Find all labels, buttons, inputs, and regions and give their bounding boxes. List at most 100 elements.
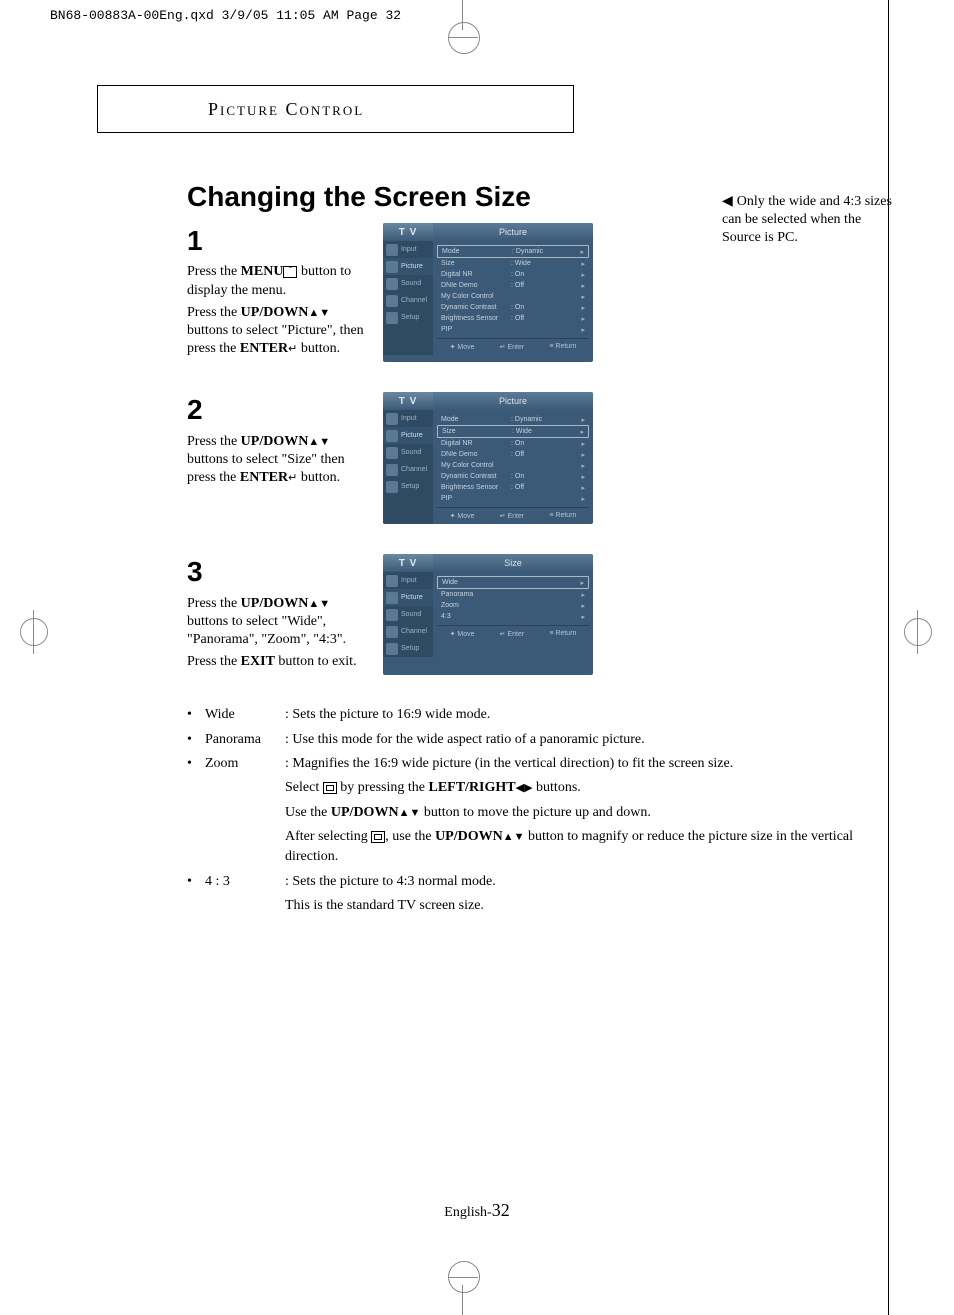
osd-side-menu: InputPictureSoundChannelSetup [383,410,433,524]
chevron-right-icon: ▸ [581,260,585,268]
osd-row: Brightness Sensor: Off▸ [437,313,589,324]
osd-side-label: Setup [401,483,419,490]
osd-side-label: Picture [401,594,423,601]
osd-side-item: Channel [383,292,433,309]
osd-tv-label: T V [383,392,433,410]
osd-row-label: Brightness Sensor [441,484,511,491]
definition-row: After selecting , use the UP/DOWN▲▼ butt… [187,827,857,868]
definition-term: 4 : 3 [205,872,285,892]
osd-row: DNIe Demo: Off▸ [437,280,589,291]
osd-title: Size [433,554,593,572]
up-down-arrows-icon: ▲▼ [308,436,330,448]
osd-row-value: : Off [511,315,581,322]
steps-container: 1Press the MENU≡ button to display the m… [187,223,857,675]
chevron-right-icon: ▸ [581,613,585,621]
osd-side-item: Setup [383,478,433,495]
osd-row-label: Digital NR [441,271,511,278]
picture-size-icon [371,831,385,843]
osd-footer-hint: ↵ Enter [500,512,525,520]
enter-icon: ↵ [288,342,297,356]
osd-main-list: Wide▸Panorama▸Zoom▸4:3▸✦ Move↵ Enter≡ Re… [433,572,593,657]
osd-footer: ✦ Move↵ Enter≡ Return [437,338,589,355]
osd-footer-hint: ≡ Return [549,630,576,638]
osd-side-label: Channel [401,297,427,304]
osd-side-icon [386,278,398,290]
definition-desc: : Sets the picture to 4:3 normal mode. [285,872,857,892]
page: BN68-00883A-00Eng.qxd 3/9/05 11:05 AM Pa… [0,0,954,1315]
osd-side-icon [386,592,398,604]
side-note-text: Only the wide and 4:3 sizes can be selec… [722,194,892,245]
osd-row-label: Dynamic Contrast [441,304,511,311]
definition-row: Use the UP/DOWN▲▼ button to move the pic… [187,803,857,823]
osd-footer-hint: ≡ Return [549,512,576,520]
osd-row: Size: Wide▸ [437,425,589,438]
osd-screenshot: T VSizeInputPictureSoundChannelSetupWide… [383,554,593,675]
bullet-icon [187,803,205,823]
osd-side-item: Sound [383,275,433,292]
chevron-right-icon: ▸ [581,473,585,481]
definition-row: •4 : 3: Sets the picture to 4:3 normal m… [187,872,857,892]
osd-side-item: Channel [383,461,433,478]
chevron-right-icon: ▸ [581,602,585,610]
osd-side-item: Setup [383,309,433,326]
osd-row-label: Dynamic Contrast [441,473,511,480]
osd-row: DNIe Demo: Off▸ [437,449,589,460]
osd-row: Wide▸ [437,576,589,589]
bullet-icon: • [187,730,205,750]
osd-row-value: : Off [511,282,581,289]
bullet-icon: • [187,705,205,725]
osd-side-icon [386,295,398,307]
osd-side-label: Picture [401,432,423,439]
bullet-icon [187,896,205,916]
bullet-icon [187,827,205,868]
osd-side-label: Input [401,246,417,253]
osd-row: PIP▸ [437,324,589,335]
definition-row: •Zoom: Magnifies the 16:9 wide picture (… [187,754,857,774]
definition-term [205,803,285,823]
section-header: Picture Control [97,85,574,133]
chevron-right-icon: ▸ [580,248,584,256]
osd-main-list: Mode: Dynamic▸Size: Wide▸Digital NR: On▸… [433,410,593,524]
osd-row-label: Zoom [441,602,511,609]
step-row: 2Press the UP/DOWN▲▼ buttons to select "… [187,392,857,524]
osd-title: Picture [433,223,593,241]
osd-row: 4:3 ▸ [437,611,589,622]
bullet-icon: • [187,754,205,774]
osd-row: My Color Control▸ [437,291,589,302]
chevron-right-icon: ▸ [581,484,585,492]
chevron-right-icon: ▸ [581,591,585,599]
osd-row: Digital NR: On▸ [437,438,589,449]
osd-side-menu: InputPictureSoundChannelSetup [383,572,433,657]
up-down-arrows-icon: ▲▼ [308,307,330,319]
osd-row-value: : Wide [511,260,581,267]
definition-desc: After selecting , use the UP/DOWN▲▼ butt… [285,827,857,868]
osd-side-item: Sound [383,606,433,623]
osd-side-item: Picture [383,258,433,275]
crop-mark-icon [20,618,50,648]
definition-term [205,896,285,916]
osd-row-label: My Color Control [441,462,511,469]
osd-row-label: DNIe Demo [441,282,511,289]
osd-row: Zoom ▸ [437,600,589,611]
osd-row-label: Mode [441,416,511,423]
definition-desc: : Use this mode for the wide aspect rati… [285,730,857,750]
chevron-right-icon: ▸ [581,271,585,279]
definition-desc: : Magnifies the 16:9 wide picture (in th… [285,754,857,774]
definition-row: Select by pressing the LEFT/RIGHT◀▶ butt… [187,778,857,798]
osd-side-item: Setup [383,640,433,657]
osd-row: Panorama▸ [437,589,589,600]
page-number: 32 [492,1200,510,1220]
definition-row: •Wide: Sets the picture to 16:9 wide mod… [187,705,857,725]
osd-row: PIP▸ [437,493,589,504]
osd-side-item: Channel [383,623,433,640]
osd-side-label: Picture [401,263,423,270]
step-paragraph: Press the UP/DOWN▲▼ buttons to select "W… [187,595,365,650]
step-paragraph: Press the EXIT button to exit. [187,653,365,671]
left-right-arrows-icon: ◀▶ [516,782,533,794]
osd-side-label: Sound [401,280,421,287]
osd-side-label: Input [401,415,417,422]
osd-row: Mode: Dynamic▸ [437,245,589,258]
osd-row-label: 4:3 [441,613,511,620]
osd-side-icon [386,413,398,425]
osd-footer: ✦ Move↵ Enter≡ Return [437,507,589,524]
